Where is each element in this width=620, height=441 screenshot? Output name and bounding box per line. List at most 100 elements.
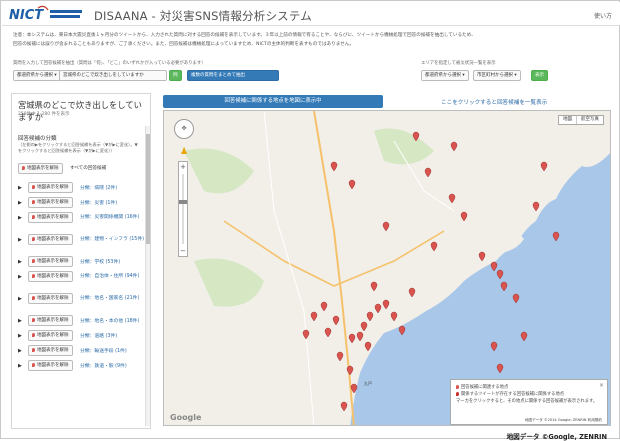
category-label[interactable]: 分類：道路 (3件) [80,332,117,339]
category-map-button[interactable]: 地図表示を解除 [28,197,73,208]
map-marker[interactable] [500,281,508,292]
map-marker[interactable] [398,325,406,336]
nict-logo: NICT [9,5,82,23]
zoom-slider-knob[interactable] [179,200,187,204]
category-map-label: 地図表示を解除 [37,348,69,353]
marker-icon [32,273,35,278]
category-label[interactable]: 分類：自治体・住所 (94件) [80,273,146,280]
expand-caret-icon[interactable]: ▶ [18,274,22,280]
category-label[interactable]: 分類：輸送手段 (1件) [80,347,127,354]
category-label[interactable]: 分類：学校 (53件) [80,258,120,265]
expand-caret-icon[interactable]: ▶ [18,333,22,339]
search-button[interactable]: 複数の質問をまとめて抽出 [187,70,279,81]
legend-note: マーカをクリックすると、その地点に関係する回答候補が表示されます。 [456,399,598,404]
map-place-label: 九戸 [364,381,372,386]
show-on-map-button[interactable]: 回答候補に関係する地点を地図に表示中 [163,95,383,108]
category-label[interactable]: 分類：災害 (1件) [80,199,117,206]
prefecture-select[interactable]: 都道府県から選択 ▾ [13,70,61,81]
marker-icon [32,236,35,241]
expand-caret-icon[interactable]: ▶ [18,318,22,324]
category-map-button[interactable]: 地図表示を解除 [28,360,73,371]
city-select[interactable]: 市区町村から選択 ▾ [473,70,521,81]
classification-heading: 回答候補の分類 [18,136,57,142]
svg-text:NICT: NICT [9,8,44,23]
classification-description: （左側の▶をクリックすると回答候補を表示（▼が▶に変化）。▼をクリックすると回答… [18,142,138,153]
prefecture-select-text: 都道府県から選択 [17,73,53,78]
category-map-label: 地図表示を解除 [37,185,69,190]
help-link[interactable]: 使い方 [594,11,612,20]
category-map-label: 地図表示を解除 [37,259,69,264]
expand-caret-icon[interactable]: ▶ [18,200,22,206]
list-view-link[interactable]: ここをクリックすると回答候補を一覧表示 [441,98,547,106]
zoom-in-icon[interactable]: + [179,163,187,171]
zoom-control[interactable]: + − [178,161,188,257]
footer-credit: 地図データ ©Google, ZENRIN [506,433,607,441]
pan-control[interactable]: ✥ [174,119,194,139]
map-marker[interactable] [512,293,520,304]
show-all-map-button[interactable]: 地図表示を解除 [18,163,63,174]
area-prefecture-select[interactable]: 都道府県から選択 ▾ [421,70,469,81]
question-input[interactable]: 宮城県のどこで炊き出しをしていますか [59,70,167,81]
legend-item-1: 回答候補に関連する地点 [456,384,602,391]
legend-item-2: 関係するツイートが存在する回答候補に関係する地点 [456,391,602,398]
category-map-label: 地図表示を解除 [37,318,69,323]
results-scroll-area[interactable]: 回答候補の分類 （左側の▶をクリックすると回答候補を表示（▼が▶に変化）。▼をク… [12,124,150,429]
category-map-label: 地図表示を解除 [37,333,69,338]
category-map-button[interactable]: 地図表示を解除 [28,182,73,193]
category-label[interactable]: 分類：病院 (2件) [80,184,117,191]
google-logo: Google [170,413,202,422]
marker-icon [32,347,35,352]
app-title: DISAANA - 対災害SNS情報分析システム [94,9,312,23]
scrollbar-thumb[interactable] [146,134,150,244]
notice-line-2: 回答の候補には誤りが含まれることもありますが、ご了承ください。また、回答候補は機… [13,42,354,47]
marker-icon [456,384,459,389]
map[interactable]: ✥ ♟ + − 地図 航空写真 九戸 × 回答候補に関連する地点 関係するツイー… [163,110,611,426]
category-map-button[interactable]: 地図表示を解除 [28,315,73,326]
expand-caret-icon[interactable]: ▶ [18,348,22,354]
map-type-control[interactable]: 地図 航空写真 [558,115,604,125]
expand-caret-icon[interactable]: ▶ [18,363,22,369]
notice-line-1: 注意：本システムは、東日本大震災直後１ヶ月分のツイートから、入力された質問に対す… [13,33,476,38]
city-select-text: 市区町村から選択 [477,73,513,78]
marker-icon [32,214,35,219]
marker-icon [32,362,35,367]
legend-close-icon[interactable]: × [599,382,604,389]
category-map-button[interactable]: 地図表示を解除 [28,234,73,245]
zoom-out-icon[interactable]: − [179,247,187,255]
zoom-track[interactable] [182,174,184,244]
map-marker[interactable] [520,331,528,342]
category-label[interactable]: 分類：地名・国家名 (21件) [80,295,146,302]
category-label[interactable]: 分類：災害関係機関 (16件) [80,214,146,221]
expand-caret-icon[interactable]: ▶ [18,296,22,302]
map-marker[interactable] [496,363,504,374]
street-view-icon[interactable]: ♟ [180,147,188,157]
category-map-label: 地図表示を解除 [37,274,69,279]
category-label[interactable]: 分類：地名・本の他 (18件) [80,317,139,324]
map-marker[interactable] [490,261,498,272]
marker-icon [22,165,25,170]
scrollbar[interactable] [145,126,150,426]
category-map-button[interactable]: 地図表示を解除 [28,330,73,341]
map-marker[interactable] [552,231,560,242]
expand-caret-icon[interactable]: ▶ [18,237,22,243]
area-show-button[interactable]: 表示 [531,70,548,81]
examples-button[interactable]: 例 [169,70,182,81]
map-type-satellite[interactable]: 航空写真 [576,116,603,124]
map-marker[interactable] [496,269,504,280]
expand-caret-icon[interactable]: ▶ [18,259,22,265]
marker-icon [32,317,35,322]
category-map-button[interactable]: 地図表示を解除 [28,345,73,356]
expand-caret-icon[interactable]: ▶ [18,215,22,221]
map-type-map[interactable]: 地図 [559,116,576,124]
category-label[interactable]: 分類：鉄道・駅 (9件) [80,362,127,369]
category-map-button[interactable]: 地図表示を解除 [28,212,73,223]
category-map-button[interactable]: 地図表示を解除 [28,256,73,267]
marker-icon [32,295,35,300]
marker-icon [32,184,35,189]
category-map-button[interactable]: 地図表示を解除 [28,293,73,304]
expand-caret-icon[interactable]: ▶ [18,185,22,191]
category-map-button[interactable]: 地図表示を解除 [28,271,73,282]
map-marker[interactable] [490,341,498,352]
category-map-label: 地図表示を解除 [37,200,69,205]
category-label[interactable]: 分類：建物・インフラ (15件) [80,236,146,243]
